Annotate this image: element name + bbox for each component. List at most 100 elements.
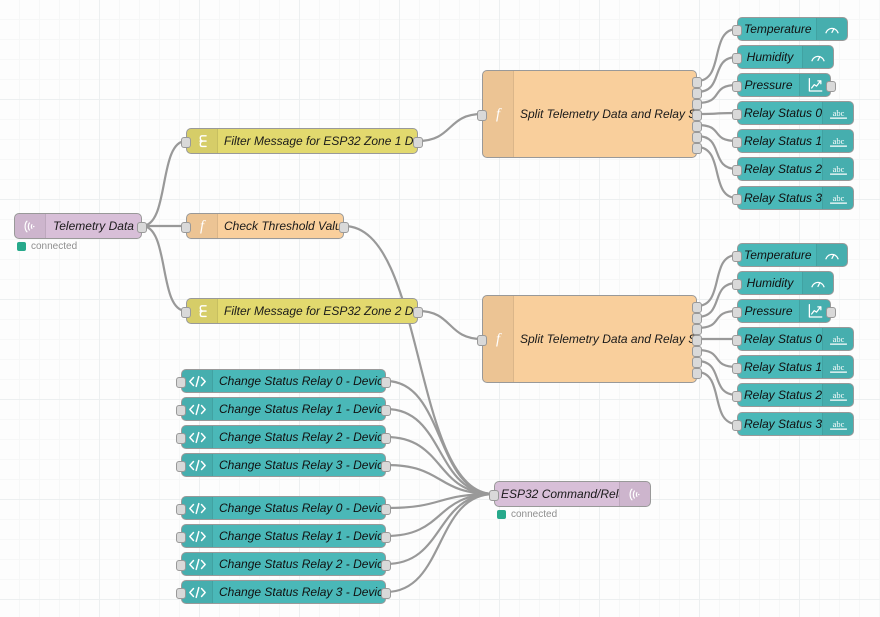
node-split-telemetry-2[interactable]: f Split Telemetry Data and Relay Status [477,295,702,383]
code-tags-icon [182,426,213,448]
input-port[interactable] [732,80,742,92]
node-label: Relay Status 1 [744,134,822,148]
output-port[interactable] [339,221,349,233]
output-port[interactable] [692,367,702,379]
output-port[interactable] [692,109,702,121]
output-port[interactable] [381,460,391,472]
input-port[interactable] [176,531,186,543]
input-port[interactable] [176,376,186,388]
node-ui-2-4[interactable]: Relay Status 1 abc [732,355,854,379]
input-port[interactable] [176,460,186,472]
node-ui-1-6[interactable]: Relay Status 3 abc [732,186,854,210]
node-change-status-1[interactable]: Change Status Relay 1 - Device 1 [176,397,391,421]
output-port[interactable] [692,312,702,324]
input-port[interactable] [181,306,191,318]
svg-text:abc: abc [832,361,844,371]
input-port[interactable] [176,432,186,444]
node-ui-1-5[interactable]: Relay Status 2 abc [732,157,854,181]
output-port[interactable] [826,80,836,92]
flow-canvas[interactable]: Telemetry Data connected f Check Threshol… [0,0,880,617]
output-port[interactable] [692,345,702,357]
input-port[interactable] [732,419,742,431]
output-port[interactable] [692,356,702,368]
output-port[interactable] [413,136,423,148]
node-label: Change Status Relay 1 - Device 1 [219,402,385,416]
output-port[interactable] [692,323,702,335]
input-port[interactable] [732,278,742,290]
node-ui-1-1[interactable]: Humidity [732,45,834,69]
output-port[interactable] [692,142,702,154]
node-change-status-5[interactable]: Change Status Relay 1 - Device 2 [176,524,391,548]
output-port[interactable] [692,334,702,346]
input-port[interactable] [477,334,487,346]
node-esp32-command-relay[interactable]: ESP32 Command/Relay connected [489,481,651,520]
input-port[interactable] [732,362,742,374]
node-ui-2-0[interactable]: Temperature [732,243,848,267]
node-ui-1-2[interactable]: Pressure [732,73,836,97]
input-port[interactable] [181,136,191,148]
node-ui-1-3[interactable]: Relay Status 0 abc [732,101,854,125]
input-port[interactable] [732,306,742,318]
output-port[interactable] [692,301,702,313]
function-f-icon: f [483,71,514,157]
node-filter-zone-2[interactable]: Filter Message for ESP32 Zone 2 Device [181,298,423,324]
node-check-threshold-values[interactable]: f Check Threshold Values [181,213,349,239]
node-ui-2-1[interactable]: Humidity [732,271,834,295]
output-port[interactable] [381,559,391,571]
node-ui-2-3[interactable]: Relay Status 0 abc [732,327,854,351]
output-port[interactable] [826,306,836,318]
node-telemetry-data[interactable]: Telemetry Data connected [14,213,147,252]
output-port[interactable] [381,531,391,543]
node-filter-zone-1[interactable]: Filter Message for ESP32 Zone 1 Device [181,128,423,154]
output-port[interactable] [381,432,391,444]
wire [384,492,496,594]
input-port[interactable] [732,52,742,64]
output-port[interactable] [381,376,391,388]
node-change-status-3[interactable]: Change Status Relay 3 - Device 1 [176,453,391,477]
input-port[interactable] [176,404,186,416]
input-port[interactable] [732,136,742,148]
node-change-status-4[interactable]: Change Status Relay 0 - Device 2 [176,496,391,520]
node-label: Change Status Relay 1 - Device 2 [219,529,385,543]
node-change-status-6[interactable]: Change Status Relay 2 - Device 2 [176,552,391,576]
wire [384,492,496,510]
output-port[interactable] [692,87,702,99]
node-change-status-0[interactable]: Change Status Relay 0 - Device 1 [176,369,391,393]
output-port[interactable] [692,76,702,88]
code-tags-icon [182,581,213,603]
input-port[interactable] [176,559,186,571]
input-port[interactable] [732,108,742,120]
output-port[interactable] [413,306,423,318]
input-port[interactable] [176,587,186,599]
abc-icon: abc [822,413,853,435]
output-port[interactable] [381,404,391,416]
wire [695,83,739,105]
input-port[interactable] [489,489,499,501]
input-port[interactable] [732,334,742,346]
output-port[interactable] [692,131,702,143]
wire [695,55,739,94]
output-port[interactable] [692,98,702,110]
input-port[interactable] [732,24,742,36]
input-port[interactable] [732,164,742,176]
input-port[interactable] [477,109,487,121]
output-port[interactable] [137,221,147,233]
wire [384,492,496,538]
input-port[interactable] [181,221,191,233]
output-port[interactable] [381,587,391,599]
node-label: Temperature [744,248,812,262]
node-ui-1-0[interactable]: Temperature [732,17,848,41]
node-split-telemetry-1[interactable]: f Split Telemetry Data and Relay Status [477,70,702,158]
input-port[interactable] [732,193,742,205]
node-ui-2-2[interactable]: Pressure [732,299,836,323]
output-port[interactable] [381,503,391,515]
node-change-status-7[interactable]: Change Status Relay 3 - Device 2 [176,580,391,604]
input-port[interactable] [732,250,742,262]
node-change-status-2[interactable]: Change Status Relay 2 - Device 1 [176,425,391,449]
output-port[interactable] [692,120,702,132]
input-port[interactable] [732,390,742,402]
node-ui-2-6[interactable]: Relay Status 3 abc [732,412,854,436]
node-ui-1-4[interactable]: Relay Status 1 abc [732,129,854,153]
node-ui-2-5[interactable]: Relay Status 2 abc [732,383,854,407]
input-port[interactable] [176,503,186,515]
